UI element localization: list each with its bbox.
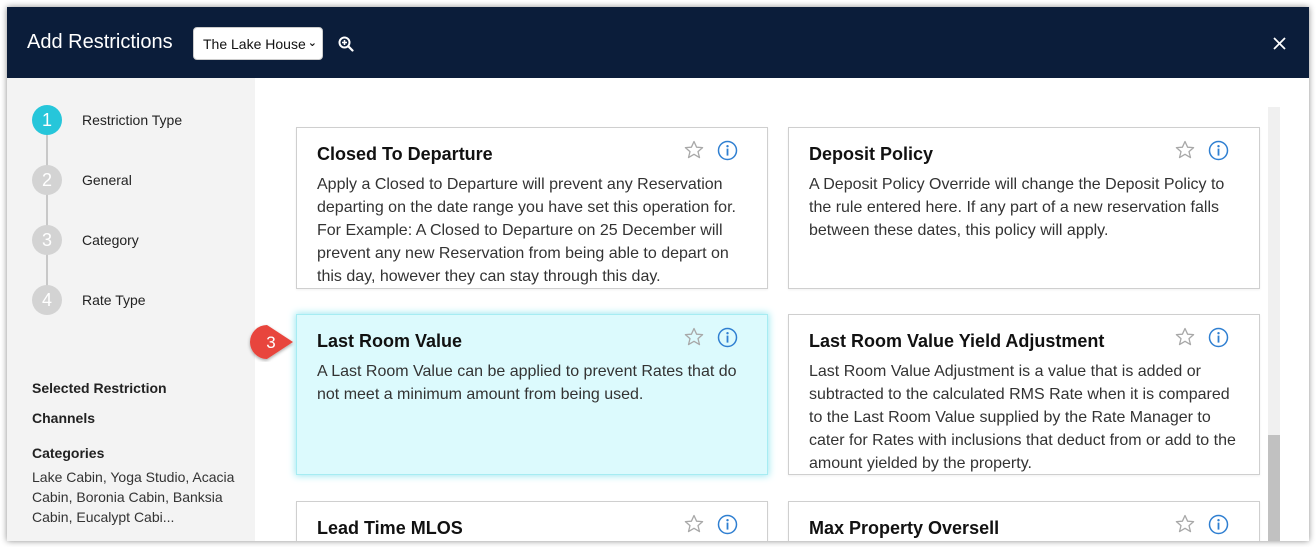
card-last-room-value-yield-adjustment[interactable]: Last Room Value Yield Adjustment Last Ro… (788, 314, 1260, 475)
card-title: Closed To Departure (317, 144, 493, 164)
info-icon[interactable] (717, 514, 738, 535)
scrollbar-thumb[interactable] (1268, 435, 1280, 541)
card-title: Last Room Value (317, 331, 463, 351)
card-description: Apply a Closed to Departure will prevent… (317, 176, 736, 285)
card-max-property-oversell[interactable]: Max Property Oversell (788, 501, 1260, 541)
card-title: Lead Time MLOS (317, 518, 463, 538)
info-icon[interactable] (1208, 327, 1229, 348)
step-number: 3 (32, 225, 62, 255)
annotation-number: 3 (266, 333, 275, 352)
card-title: Deposit Policy (809, 144, 934, 164)
zoom-in-icon[interactable] (338, 36, 354, 52)
channels-heading: Channels (32, 410, 96, 426)
categories-heading: Categories (32, 445, 105, 461)
annotation-badge: 3 (249, 325, 293, 359)
card-deposit-policy[interactable]: Deposit Policy A Deposit Policy Override… (788, 127, 1260, 289)
star-icon[interactable] (1175, 327, 1195, 347)
info-icon[interactable] (717, 327, 738, 348)
star-icon[interactable] (684, 327, 704, 347)
card-closed-to-departure[interactable]: Closed To Departure Apply a Closed to De… (296, 127, 768, 289)
step-label: General (82, 172, 132, 188)
info-icon[interactable] (1208, 140, 1229, 161)
wizard-sidebar: 1 Restriction Type 2 General 3 Category … (7, 78, 255, 541)
star-icon[interactable] (1175, 140, 1195, 160)
step-label: Restriction Type (82, 112, 183, 128)
star-icon[interactable] (684, 140, 704, 160)
dialog-header: Add Restrictions The Lake House ⌄ (7, 7, 1309, 78)
card-title: Last Room Value Yield Adjustment (809, 331, 1105, 351)
step-number: 4 (32, 285, 62, 315)
add-restrictions-dialog: Add Restrictions The Lake House ⌄ 1 Rest… (7, 7, 1309, 541)
categories-value: Lake Cabin, Yoga Studio, Acacia Cabin, B… (32, 469, 235, 525)
card-lead-time-mlos[interactable]: Lead Time MLOS (296, 501, 768, 541)
card-last-room-value[interactable]: Last Room Value A Last Room Value can be… (296, 314, 768, 475)
restriction-type-grid: Closed To Departure Apply a Closed to De… (255, 78, 1309, 541)
star-icon[interactable] (684, 514, 704, 534)
step-label: Rate Type (82, 292, 146, 308)
card-description: A Deposit Policy Override will change th… (809, 176, 1225, 239)
info-icon[interactable] (717, 140, 738, 161)
card-description: Last Room Value Adjustment is a value th… (809, 363, 1236, 472)
star-icon[interactable] (1175, 514, 1195, 534)
card-title: Max Property Oversell (809, 518, 1000, 538)
info-icon[interactable] (1208, 514, 1229, 535)
dialog-title: Add Restrictions (27, 31, 173, 53)
card-description: A Last Room Value can be applied to prev… (317, 363, 737, 403)
step-label: Category (82, 232, 139, 248)
close-icon[interactable] (1272, 36, 1287, 51)
property-select-value: The Lake House (203, 36, 306, 52)
step-number: 2 (32, 165, 62, 195)
selected-restriction-heading: Selected Restriction (32, 380, 167, 396)
chevron-down-icon: ⌄ (307, 37, 317, 49)
property-select[interactable]: The Lake House ⌄ (193, 27, 323, 60)
step-number: 1 (32, 105, 62, 135)
step-connector (46, 121, 48, 299)
